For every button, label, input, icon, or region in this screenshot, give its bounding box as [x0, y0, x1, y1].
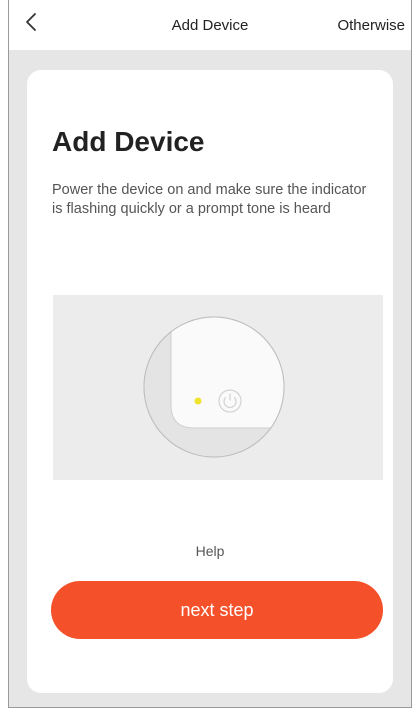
- app-frame: Add Device Otherwise Add Device Power th…: [8, 0, 412, 708]
- top-navigation-bar: Add Device Otherwise: [9, 0, 411, 50]
- help-link[interactable]: Help: [27, 543, 393, 559]
- otherwise-link[interactable]: Otherwise: [337, 17, 405, 34]
- chevron-left-icon: [26, 13, 36, 31]
- back-button[interactable]: [22, 10, 44, 36]
- card-title: Add Device: [52, 126, 205, 157]
- instruction-text: Power the device on and make sure the in…: [52, 182, 367, 217]
- device-illustration-graphic: [143, 316, 285, 458]
- next-step-button[interactable]: next step: [51, 581, 383, 639]
- add-device-card: Add Device Power the device on and make …: [27, 70, 393, 693]
- device-illustration: [53, 295, 383, 480]
- indicator-light: [194, 397, 202, 405]
